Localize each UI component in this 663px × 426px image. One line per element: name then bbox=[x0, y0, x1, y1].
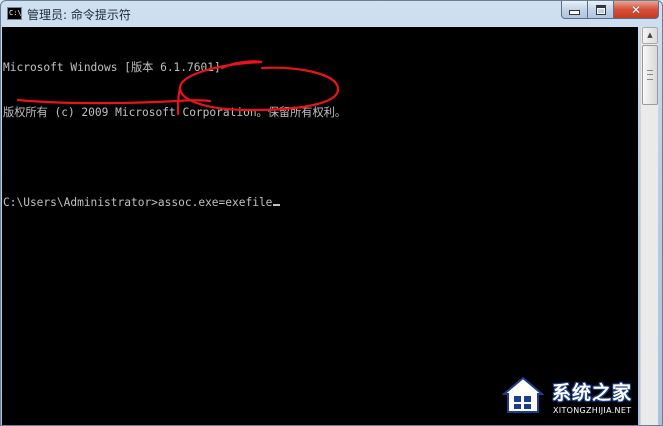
console-area[interactable]: Microsoft Windows [版本 6.1.7601] 版权所有 (c)… bbox=[2, 27, 638, 425]
cmd-icon[interactable]: C:\ bbox=[7, 7, 22, 20]
window-title: 管理员: 命令提示符 bbox=[27, 8, 131, 22]
command-prompt-window: C:\ 管理员: 命令提示符 ✕ Microsoft Windows [版本 6… bbox=[0, 0, 663, 426]
console-prompt-line[interactable]: C:\Users\Administrator>assoc.exe=exefile bbox=[3, 195, 346, 210]
minimize-icon bbox=[569, 10, 580, 15]
house-logo-icon bbox=[502, 376, 544, 413]
vertical-scrollbar[interactable]: ▲ bbox=[640, 27, 658, 425]
console-line: Microsoft Windows [版本 6.1.7601] bbox=[3, 61, 221, 74]
arrow-up-icon: ▲ bbox=[647, 31, 653, 39]
minimize-button[interactable] bbox=[561, 1, 588, 19]
maximize-icon bbox=[595, 4, 606, 15]
watermark: 系统之家 XITONGZHIJIA.NET bbox=[496, 372, 660, 424]
console-line: 版权所有 (c) 2009 Microsoft Corporation。保留所有… bbox=[3, 106, 347, 119]
console-command-text: C:\Users\Administrator>assoc.exe=exefile bbox=[3, 196, 273, 209]
watermark-url: XITONGZHIJIA.NET bbox=[553, 406, 632, 415]
text-cursor bbox=[273, 204, 281, 206]
title-bar[interactable]: C:\ 管理员: 命令提示符 ✕ bbox=[1, 1, 662, 27]
watermark-name: 系统之家 bbox=[552, 382, 633, 404]
scroll-up-button[interactable]: ▲ bbox=[642, 27, 658, 44]
close-icon: ✕ bbox=[630, 2, 642, 17]
grip-icon bbox=[647, 70, 653, 80]
maximize-button[interactable] bbox=[587, 1, 614, 19]
scrollbar-thumb[interactable] bbox=[642, 45, 658, 105]
close-button[interactable]: ✕ bbox=[613, 1, 659, 19]
console-output[interactable]: Microsoft Windows [版本 6.1.7601] 版权所有 (c)… bbox=[3, 30, 346, 240]
